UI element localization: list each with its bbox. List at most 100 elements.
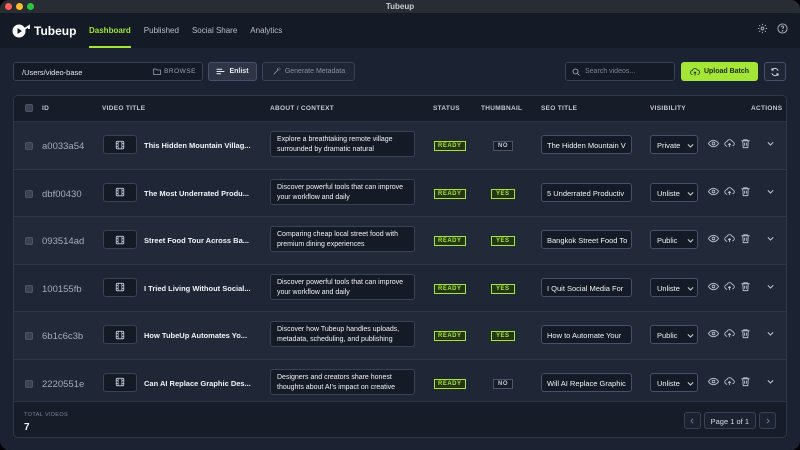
- trash-icon[interactable]: [740, 376, 751, 387]
- trash-icon[interactable]: [740, 138, 751, 149]
- cloud-upload-icon[interactable]: [724, 281, 735, 292]
- table-row[interactable]: 2220551e Can AI Replace Graphic Des... D…: [14, 360, 786, 407]
- table-row[interactable]: a0033a54 This Hidden Mountain Villag... …: [14, 122, 786, 170]
- close-window-button[interactable]: [5, 3, 12, 10]
- generate-metadata-button[interactable]: Generate Metadata: [262, 62, 355, 81]
- tab-social-share[interactable]: Social Share: [192, 13, 237, 48]
- brand-logo[interactable]: Tubeup: [12, 24, 89, 38]
- visibility-select[interactable]: Public: [650, 325, 698, 344]
- visibility-select[interactable]: Unliste: [650, 372, 698, 392]
- about-context-field[interactable]: Comparing cheap local street food with p…: [270, 226, 415, 252]
- trash-icon[interactable]: [740, 186, 751, 197]
- minimize-window-button[interactable]: [16, 3, 23, 10]
- thumbnail-placeholder[interactable]: [103, 230, 137, 249]
- next-page-button[interactable]: [759, 412, 776, 429]
- prev-page-button[interactable]: [683, 412, 701, 429]
- table-row[interactable]: 100155fb I Tried Living Without Social..…: [14, 265, 786, 312]
- header-video-title[interactable]: VIDEO TITLE: [102, 105, 145, 112]
- search-box[interactable]: Search videos...: [565, 62, 675, 81]
- video-title[interactable]: How TubeUp Automates Yo...: [144, 331, 252, 340]
- tab-analytics[interactable]: Analytics: [250, 13, 282, 48]
- gear-icon[interactable]: [757, 23, 768, 34]
- about-context-field[interactable]: Discover how Tubeup handles uploads, met…: [270, 321, 415, 347]
- seo-title-field[interactable]: The Hidden Mountain V: [541, 135, 632, 154]
- video-title[interactable]: Can AI Replace Graphic Des...: [144, 379, 252, 388]
- thumbnail-badge: NO: [493, 141, 513, 151]
- video-title[interactable]: This Hidden Mountain Villag...: [144, 141, 252, 150]
- row-checkbox[interactable]: [25, 142, 33, 150]
- header-id[interactable]: ID: [42, 105, 49, 112]
- upload-batch-button[interactable]: Upload Batch: [681, 62, 758, 81]
- help-icon[interactable]: [777, 23, 788, 34]
- table-row[interactable]: 6b1c6c3b How TubeUp Automates Yo... Disc…: [14, 312, 786, 360]
- expand-row-chevron-icon[interactable]: [766, 377, 776, 387]
- visibility-select[interactable]: Private: [650, 135, 698, 154]
- status-badge: READY: [434, 331, 466, 341]
- thumbnail-placeholder[interactable]: [103, 325, 137, 344]
- visibility-value: Private: [657, 141, 681, 150]
- thumbnail-placeholder[interactable]: [103, 182, 137, 202]
- table-row[interactable]: dbf00430 The Most Underrated Produ... Di…: [14, 170, 786, 217]
- thumbnail-placeholder[interactable]: [103, 372, 137, 392]
- cloud-upload-icon[interactable]: [724, 138, 735, 149]
- tab-dashboard[interactable]: Dashboard: [89, 13, 131, 48]
- film-icon: [115, 235, 125, 245]
- trash-icon[interactable]: [740, 233, 751, 244]
- browse-button[interactable]: BROWSE: [153, 68, 196, 75]
- seo-title-field[interactable]: I Quit Social Media For: [541, 277, 632, 297]
- eye-icon[interactable]: [708, 233, 719, 244]
- header-status[interactable]: STATUS: [433, 105, 460, 112]
- visibility-select[interactable]: Unliste: [650, 182, 698, 202]
- expand-row-chevron-icon[interactable]: [766, 187, 776, 197]
- seo-title-field[interactable]: How to Automate Your: [541, 325, 632, 344]
- row-checkbox[interactable]: [25, 332, 33, 340]
- cloud-upload-icon[interactable]: [724, 233, 735, 244]
- video-id: 6b1c6c3b: [42, 331, 84, 342]
- row-checkbox[interactable]: [25, 189, 33, 198]
- chevron-down-icon: [686, 379, 694, 387]
- tab-published[interactable]: Published: [144, 13, 179, 48]
- row-checkbox[interactable]: [25, 237, 33, 245]
- video-title[interactable]: I Tried Living Without Social...: [144, 284, 252, 293]
- thumbnail-placeholder[interactable]: [103, 277, 137, 297]
- about-context-field[interactable]: Discover powerful tools that can improve…: [270, 273, 415, 300]
- select-all-checkbox[interactable]: [25, 104, 33, 112]
- cloud-upload-icon[interactable]: [724, 328, 735, 339]
- expand-row-chevron-icon[interactable]: [766, 139, 776, 149]
- eye-icon[interactable]: [708, 281, 719, 292]
- row-checkbox[interactable]: [25, 379, 33, 388]
- folder-path-field[interactable]: /Users/video-base BROWSE: [13, 62, 203, 81]
- eye-icon[interactable]: [708, 138, 719, 149]
- eye-icon[interactable]: [708, 186, 719, 197]
- cloud-upload-icon[interactable]: [724, 376, 735, 387]
- row-actions: [708, 281, 751, 292]
- video-title[interactable]: The Most Underrated Produ...: [144, 189, 252, 198]
- expand-row-chevron-icon[interactable]: [766, 234, 776, 244]
- trash-icon[interactable]: [740, 281, 751, 292]
- visibility-select[interactable]: Public: [650, 230, 698, 249]
- pagination: Page 1 of 1: [683, 412, 776, 429]
- row-checkbox[interactable]: [25, 284, 33, 293]
- seo-title-field[interactable]: Will AI Replace Graphic: [541, 372, 632, 392]
- enlist-button[interactable]: Enlist: [208, 62, 257, 81]
- refresh-button[interactable]: [764, 62, 786, 81]
- about-context-field[interactable]: Explore a breathtaking remote village su…: [270, 131, 415, 157]
- about-context-field[interactable]: Designers and creators share honest thou…: [270, 368, 415, 395]
- trash-icon[interactable]: [740, 328, 751, 339]
- thumbnail-placeholder[interactable]: [103, 135, 137, 154]
- cloud-upload-icon[interactable]: [724, 186, 735, 197]
- maximize-window-button[interactable]: [27, 3, 34, 10]
- about-context-field[interactable]: Discover powerful tools that can improve…: [270, 178, 415, 205]
- search-input[interactable]: Search videos...: [585, 68, 635, 75]
- video-title[interactable]: Street Food Tour Across Ba...: [144, 236, 252, 245]
- seo-title-field[interactable]: 5 Underrated Productiv: [541, 182, 632, 202]
- expand-row-chevron-icon[interactable]: [766, 282, 776, 292]
- table-row[interactable]: 093514ad Street Food Tour Across Ba... C…: [14, 217, 786, 265]
- expand-row-chevron-icon[interactable]: [766, 329, 776, 339]
- top-nav: Tubeup Dashboard Published Social Share …: [0, 13, 800, 48]
- seo-title-field[interactable]: Bangkok Street Food To: [541, 230, 632, 249]
- enlist-label: Enlist: [229, 68, 249, 75]
- visibility-select[interactable]: Unliste: [650, 277, 698, 297]
- eye-icon[interactable]: [708, 328, 719, 339]
- eye-icon[interactable]: [708, 376, 719, 387]
